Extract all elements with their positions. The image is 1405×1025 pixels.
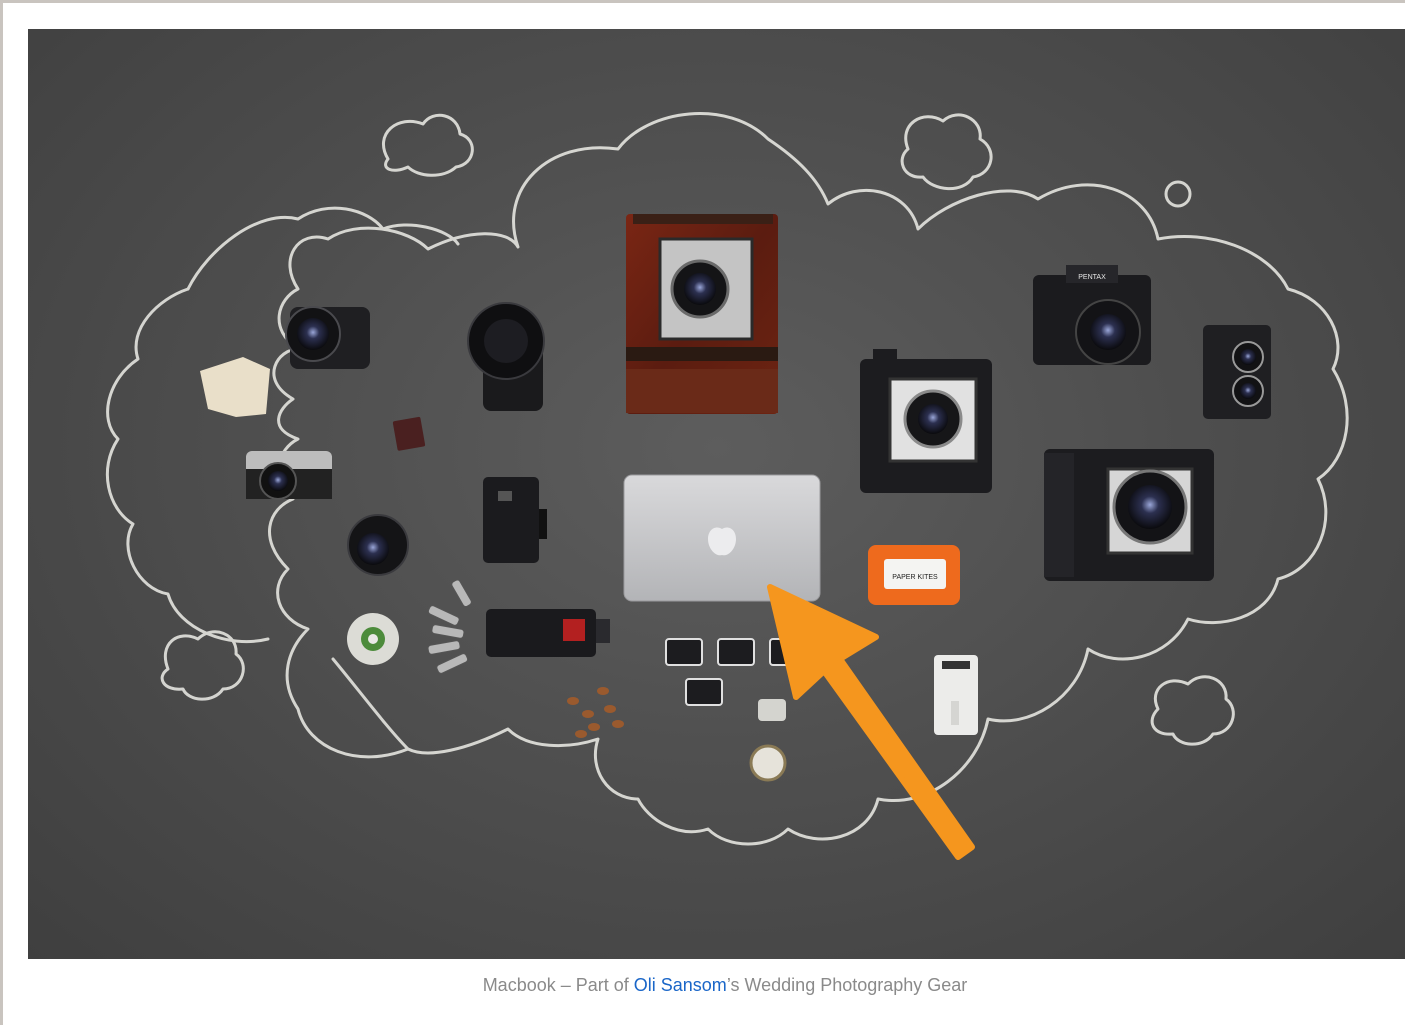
film-holders bbox=[665, 638, 791, 706]
photo-caption: Macbook – Part of Oli Sansom’s Wedding P… bbox=[28, 975, 1405, 996]
small-adapter bbox=[758, 699, 786, 721]
author-link[interactable]: Oli Sansom bbox=[634, 975, 727, 995]
gear-photo: PAPER KITES PENTAX bbox=[28, 29, 1405, 959]
almonds bbox=[567, 687, 624, 738]
batteries bbox=[427, 579, 472, 674]
figure-frame: PAPER KITES PENTAX Macbook – Part of Oli… bbox=[0, 0, 1405, 1025]
pentax-brand-label: PENTAX bbox=[1078, 274, 1106, 281]
drive-label: PAPER KITES bbox=[892, 574, 938, 581]
prime-lens bbox=[347, 514, 409, 576]
light-meter bbox=[749, 744, 787, 782]
caption-prefix: Macbook – Part of bbox=[482, 975, 634, 995]
large-lens bbox=[467, 302, 545, 411]
gear-photo-illustration: PAPER KITES PENTAX bbox=[105, 112, 1349, 860]
macbook-laptop bbox=[623, 474, 821, 602]
medium-format-slr: PENTAX bbox=[1033, 265, 1151, 365]
lens-cloth bbox=[200, 357, 270, 417]
rangefinder-camera-top-left bbox=[285, 306, 370, 369]
flash-unit bbox=[486, 609, 610, 657]
caption-suffix: ’s Wedding Photography Gear bbox=[726, 975, 968, 995]
compact-camera bbox=[246, 451, 332, 500]
memory-card bbox=[392, 416, 426, 451]
press-camera bbox=[860, 349, 992, 493]
external-hard-drive: PAPER KITES bbox=[868, 545, 960, 605]
large-format-camera bbox=[1044, 449, 1214, 581]
twin-lens-reflex-camera bbox=[1203, 325, 1271, 419]
film-back bbox=[483, 477, 547, 563]
tape-dispenser bbox=[347, 613, 399, 665]
usb-charger bbox=[934, 655, 978, 735]
wooden-field-camera bbox=[626, 214, 778, 414]
